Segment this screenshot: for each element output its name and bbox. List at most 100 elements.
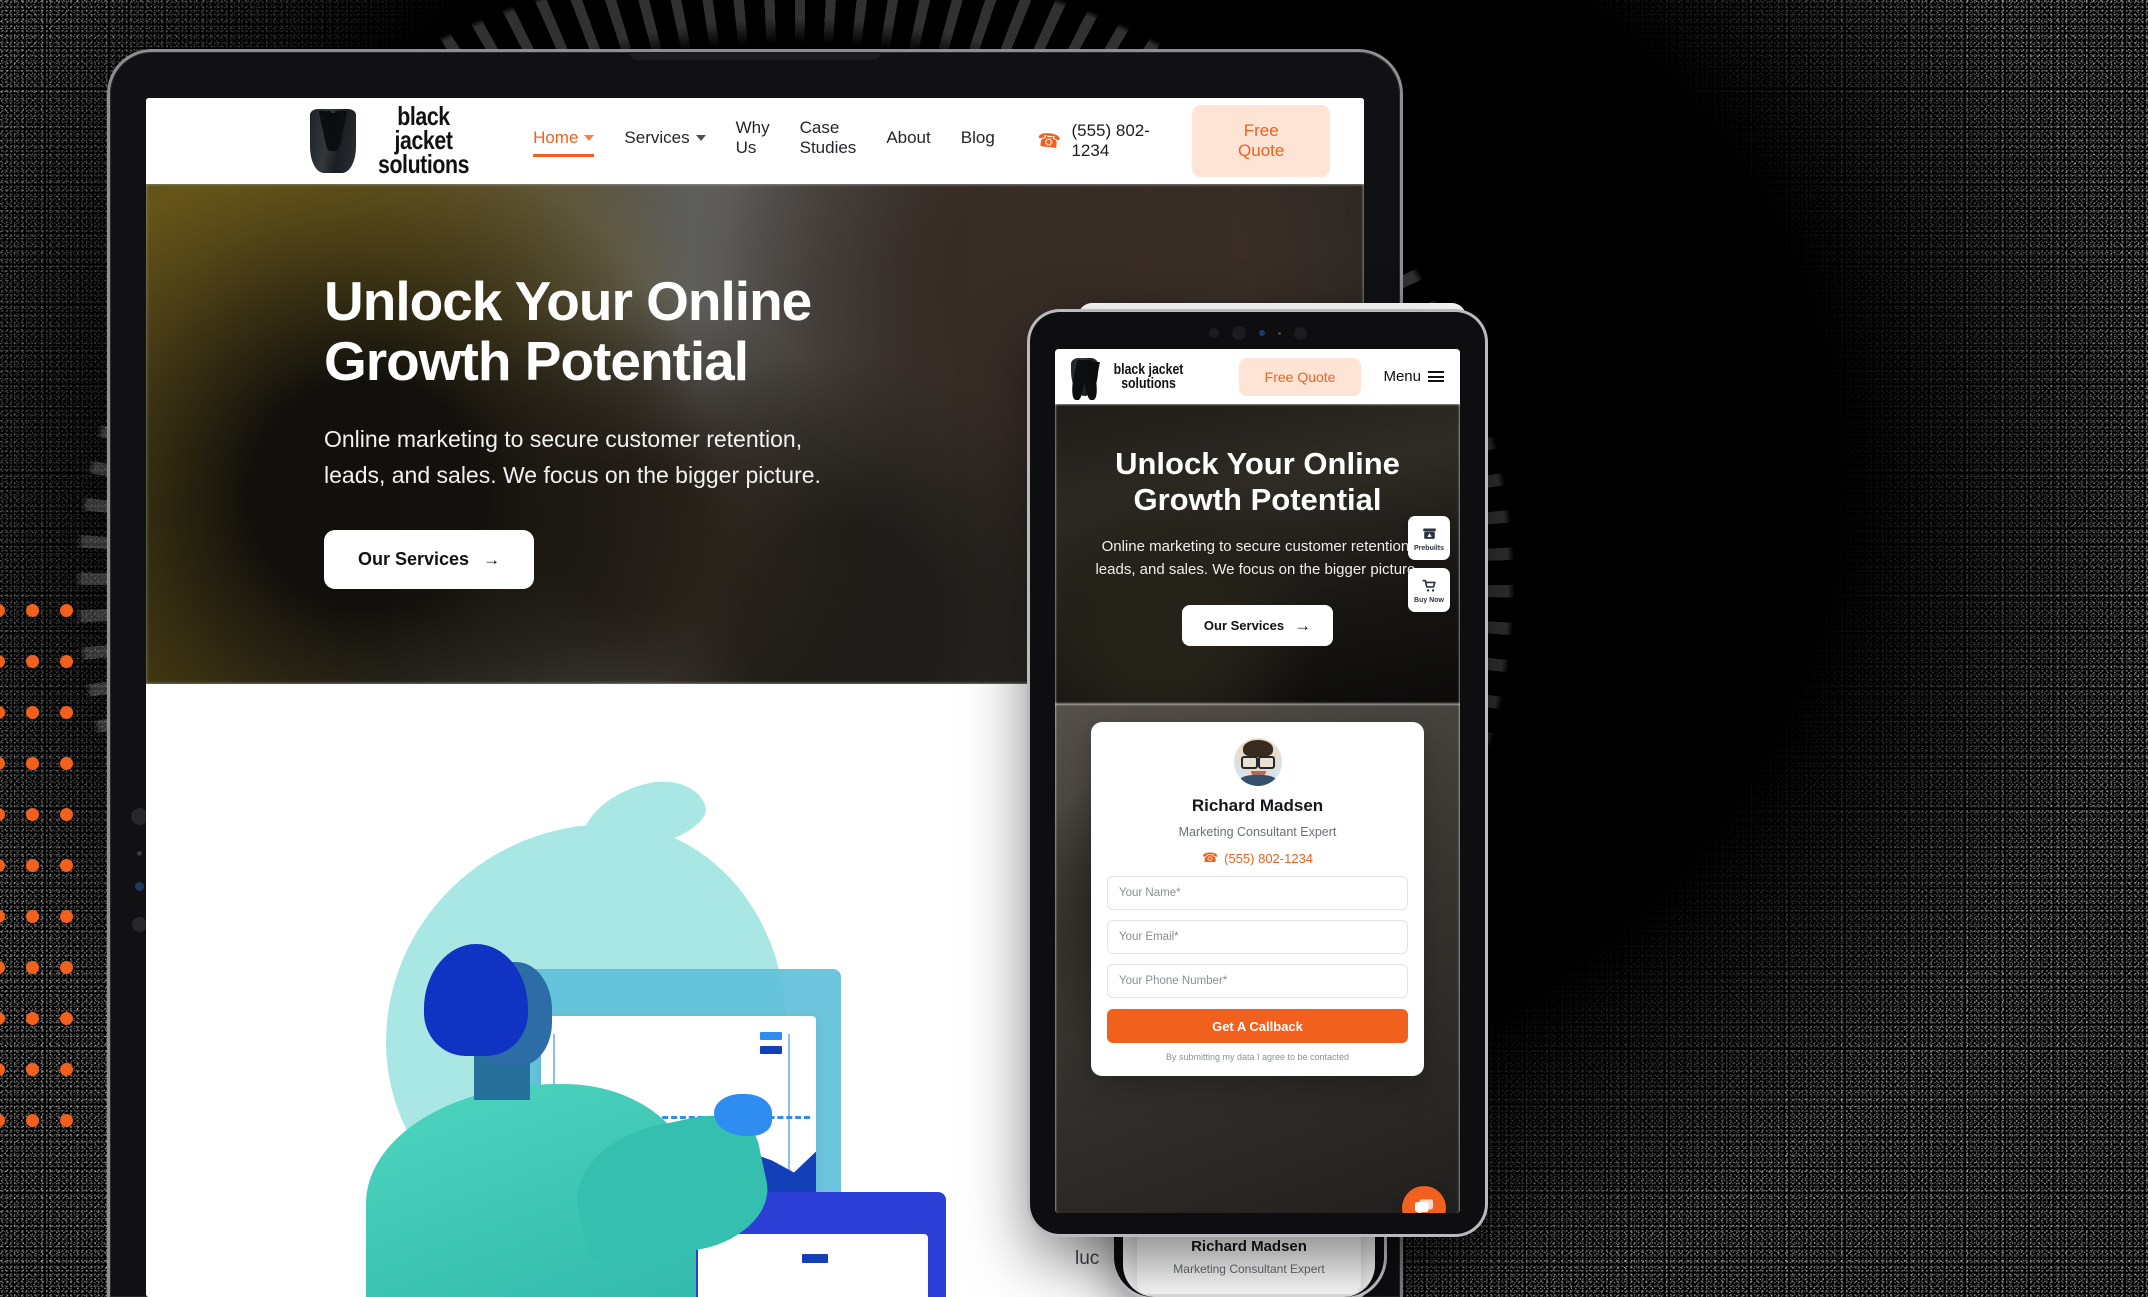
tablet-menu-label: Menu — [1383, 368, 1421, 385]
tablet-consent-disclaimer: By submitting my data I agree to be cont… — [1165, 1052, 1350, 1062]
orange-dot-grid-decoration — [0, 604, 96, 1164]
prebuilts-widget-button[interactable]: Prebuilts — [1408, 516, 1450, 560]
decor-dot — [0, 808, 5, 821]
hero-title: Unlock Your Online Growth Potential — [324, 270, 812, 392]
nav-item-about[interactable]: About — [886, 128, 930, 154]
tablet-lower-section: Richard Madsen Marketing Consultant Expe… — [1055, 704, 1460, 1213]
nav-item-home[interactable]: Home — [533, 128, 595, 157]
decor-dot — [60, 1012, 73, 1025]
tablet-hero-section: Unlock Your Online Growth Potential Onli… — [1055, 404, 1460, 704]
nav-label: Home — [533, 128, 579, 147]
tablet-our-services-label: Our Services — [1203, 618, 1285, 634]
brand-line-2: solutions — [377, 148, 470, 179]
nav-label: Services — [624, 128, 690, 147]
decor-dot — [60, 604, 73, 617]
nav-label: About — [886, 128, 931, 147]
floating-widget-stack: Prebuilts Buy Now — [1408, 516, 1450, 612]
hamburger-icon — [1428, 371, 1444, 382]
tablet-email-field[interactable]: Your Email* — [1107, 920, 1408, 954]
header-phone-number: (555) 802-1234 — [1071, 121, 1150, 160]
decor-dot — [0, 604, 5, 617]
phone-icon: ☎ — [1201, 850, 1219, 865]
suit-jacket-icon — [310, 109, 356, 173]
brand-line-2: solutions — [1121, 374, 1176, 392]
decor-dot — [0, 706, 5, 719]
analytics-illustration — [346, 771, 946, 1297]
decor-dot — [0, 1012, 5, 1025]
tablet-our-services-button[interactable]: Our Services → — [1181, 605, 1334, 647]
decor-dot — [0, 859, 5, 872]
tablet-contact-card: Richard Madsen Marketing Consultant Expe… — [1091, 722, 1424, 1076]
decor-dot — [26, 808, 39, 821]
tablet-hero-subtitle: Online marketing to secure customer rete… — [1095, 537, 1420, 578]
nav-label: Why Us — [735, 118, 770, 157]
header-phone-link[interactable]: ☎ (555) 802-1234 — [1035, 121, 1163, 161]
tablet-get-a-callback-button[interactable]: Get A Callback — [1107, 1009, 1408, 1043]
decor-dot — [26, 655, 39, 668]
decor-dot — [26, 910, 39, 923]
chat-bubble-icon — [1414, 1199, 1434, 1213]
tablet-name-placeholder: Your Name* — [1119, 887, 1181, 899]
tablet-menu-button[interactable]: Menu — [1383, 368, 1444, 385]
next-body-line-3: luc — [1075, 1248, 1100, 1270]
decor-dot — [0, 757, 5, 770]
tablet-phone-field[interactable]: Your Phone Number* — [1107, 964, 1408, 998]
decor-dot — [60, 1114, 73, 1127]
desktop-main-menu: Home Services Why Us Case Studies About … — [533, 118, 995, 164]
nav-item-why-us[interactable]: Why Us — [736, 118, 770, 164]
tablet-phone-placeholder: Your Phone Number* — [1119, 975, 1228, 987]
decor-dot — [26, 1063, 39, 1076]
free-quote-button[interactable]: Free Quote — [1192, 105, 1330, 177]
decor-dot — [0, 961, 5, 974]
decor-dot — [0, 1063, 5, 1076]
suit-jacket-icon — [1068, 357, 1101, 400]
prebuilts-widget-label: Prebuilts — [1414, 544, 1444, 552]
decor-dot — [60, 1063, 73, 1076]
decor-dot — [26, 757, 39, 770]
desktop-navbar: black jacket solutions Home Services Why… — [146, 98, 1364, 184]
our-services-label: Our Services — [358, 548, 470, 569]
buy-now-widget-button[interactable]: Buy Now — [1408, 568, 1450, 612]
arrow-right-icon: → — [1294, 616, 1312, 636]
hero-subtitle: Online marketing to secure customer rete… — [324, 425, 821, 488]
buy-now-widget-label: Buy Now — [1414, 596, 1444, 604]
decor-dot — [0, 655, 5, 668]
decor-dot — [26, 961, 39, 974]
arrow-right-icon: → — [483, 549, 501, 569]
decor-dot — [26, 604, 39, 617]
decor-dot — [60, 910, 73, 923]
nav-item-services[interactable]: Services — [624, 128, 706, 154]
decor-dot — [60, 706, 73, 719]
tablet-name-field[interactable]: Your Name* — [1107, 876, 1408, 910]
nav-label: Blog — [960, 128, 995, 147]
decor-dot — [60, 808, 73, 821]
tablet-free-quote-button[interactable]: Free Quote — [1238, 357, 1362, 396]
phone-consultant-role: Marketing Consultant Expert — [1173, 1262, 1325, 1276]
nav-item-blog[interactable]: Blog — [961, 128, 995, 154]
our-services-button[interactable]: Our Services → — [324, 529, 535, 589]
nav-item-case-studies[interactable]: Case Studies — [800, 118, 857, 164]
decor-dot — [0, 1114, 5, 1127]
phone-consultant-name: Richard Madsen — [1191, 1238, 1307, 1255]
avatar — [1233, 738, 1282, 786]
tablet-consultant-role: Marketing Consultant Expert — [1178, 825, 1337, 839]
tablet-card-phone-link[interactable]: ☎ (555) 802-1234 — [1107, 850, 1408, 866]
prebuilts-box-icon — [1422, 528, 1436, 539]
decor-dot — [60, 859, 73, 872]
site-logo[interactable]: black jacket solutions — [310, 103, 479, 179]
decor-dot — [0, 910, 5, 923]
tablet-brand-wordmark: black jacket solutions — [1114, 362, 1184, 392]
decor-dot — [60, 757, 73, 770]
laptop-notch — [630, 52, 880, 60]
tablet-device-mockup: black jacket solutions Free Quote Menu U… — [1030, 312, 1485, 1234]
tablet-consultant-name: Richard Madsen — [1191, 796, 1324, 815]
tablet-card-phone-number: (555) 802-1234 — [1224, 850, 1314, 866]
tablet-screen: black jacket solutions Free Quote Menu U… — [1055, 349, 1460, 1213]
phone-icon: ☎ — [1035, 129, 1062, 153]
decor-dot — [26, 1114, 39, 1127]
decor-dot — [60, 961, 73, 974]
chevron-down-icon — [584, 135, 595, 141]
tablet-site-logo[interactable]: black jacket solutions — [1068, 357, 1191, 400]
decor-dot — [26, 859, 39, 872]
brand-line-1: black jacket — [394, 101, 453, 156]
